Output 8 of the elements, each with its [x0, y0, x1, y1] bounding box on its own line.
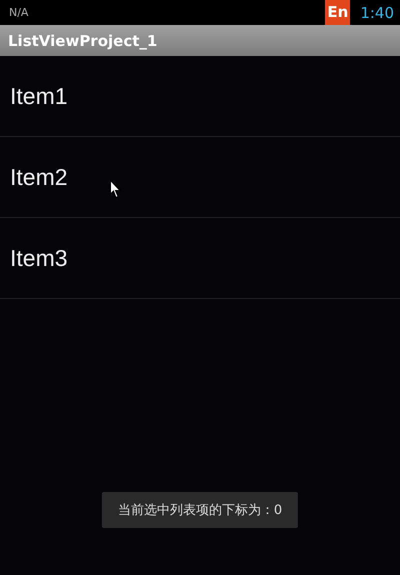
list-item[interactable]: Item1	[0, 56, 400, 137]
input-method-badge: En	[325, 0, 350, 25]
clock-text: 1:40	[359, 4, 395, 22]
carrier-text: N/A	[8, 6, 28, 19]
app-title: ListViewProject_1	[7, 32, 158, 50]
list-item[interactable]: Item3	[0, 218, 400, 299]
toast-message: 当前选中列表项的下标为：0	[102, 492, 298, 528]
mouse-pointer-icon	[110, 180, 122, 199]
